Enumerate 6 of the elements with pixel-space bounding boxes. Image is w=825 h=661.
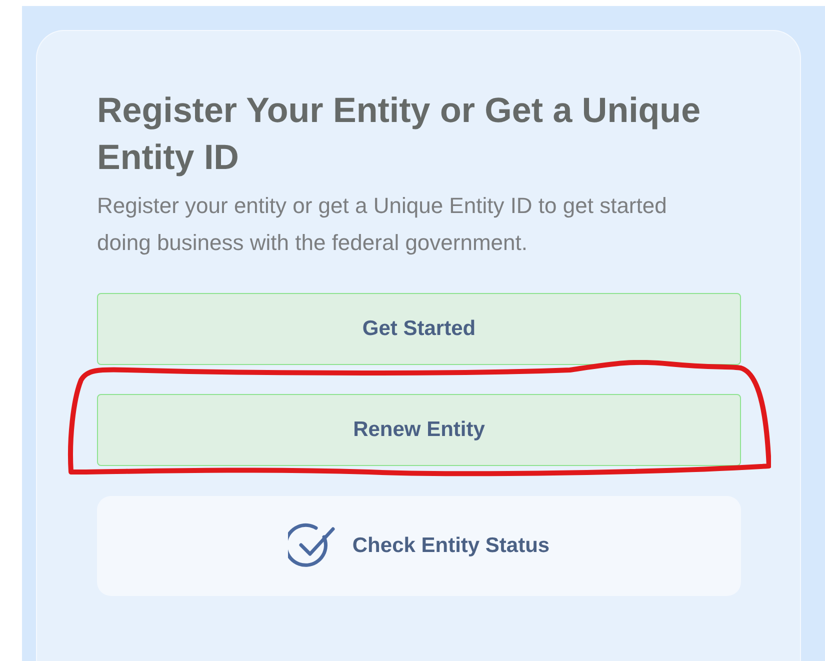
action-button[interactable]: Get Started — [97, 293, 741, 365]
action-button[interactable]: Renew Entity — [97, 394, 741, 466]
check-circle-icon — [288, 523, 336, 569]
card-description: Register your entity or get a Unique Entity ID to get started doing business with the federal government. — [97, 192, 668, 257]
check-status-button[interactable]: Check Entity Status — [97, 496, 741, 596]
card-title: Register Your Entity or Get a Unique Entity ID — [97, 90, 702, 179]
